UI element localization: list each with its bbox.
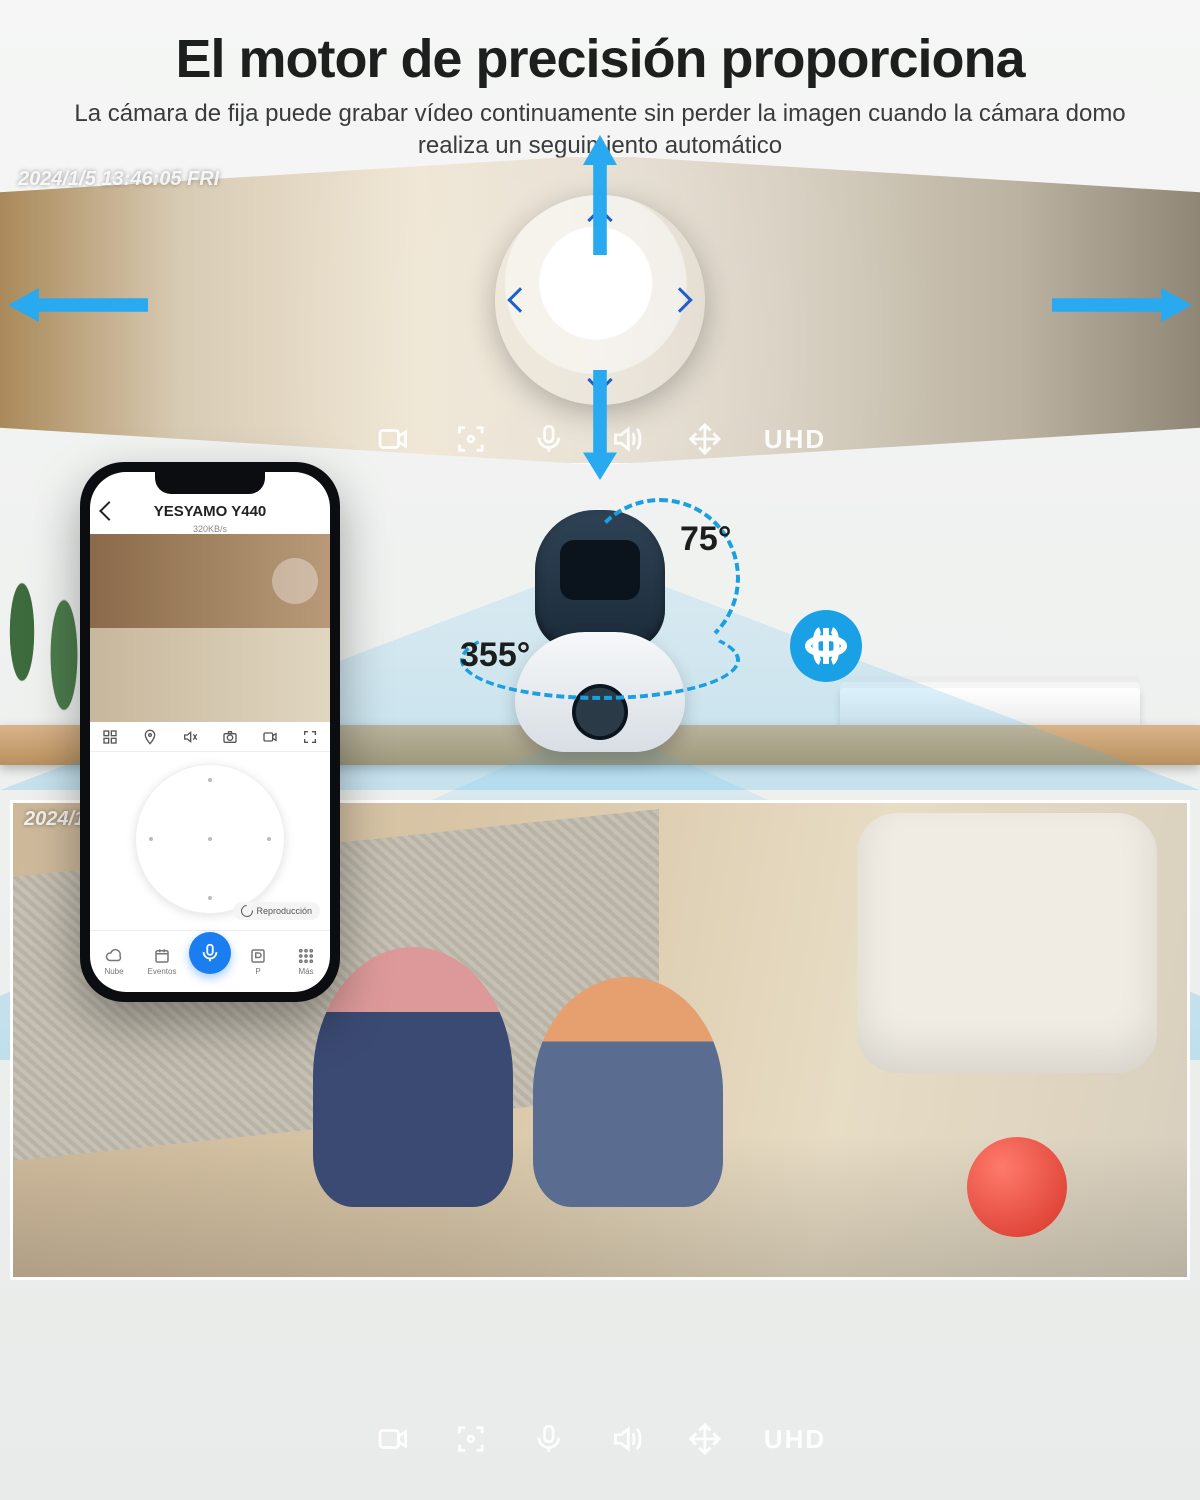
- bitrate-label: 320KB/s: [90, 524, 330, 534]
- timestamp-overlay-top: 2024/1/5 13:46:05 FRI: [18, 168, 219, 191]
- focus-icon[interactable]: [452, 420, 490, 458]
- move-icon[interactable]: [686, 420, 724, 458]
- playback-button[interactable]: Reproducción: [233, 902, 320, 920]
- mini-joystick[interactable]: [272, 558, 318, 604]
- mute-icon[interactable]: [181, 728, 199, 746]
- resolution-badge[interactable]: UHD: [764, 424, 826, 455]
- pin-icon[interactable]: [141, 728, 159, 746]
- camera-icon[interactable]: [221, 728, 239, 746]
- phone-notch: [155, 472, 265, 494]
- feed-toolbar: [90, 722, 330, 752]
- chevron-left-icon: [507, 287, 532, 312]
- pan-angle-label: 355°: [460, 636, 530, 675]
- app-tabbar: Nube Eventos P Más: [90, 930, 330, 992]
- mic-icon[interactable]: [530, 1420, 568, 1458]
- move-icon[interactable]: [686, 1420, 724, 1458]
- feed-ptz[interactable]: [90, 534, 330, 628]
- tab-more[interactable]: Más: [282, 931, 330, 992]
- focus-icon[interactable]: [452, 1420, 490, 1458]
- phone-mockup: YESYAMO Y440 320KB/s Reproducción: [80, 462, 340, 1002]
- record-icon[interactable]: [374, 420, 412, 458]
- back-icon[interactable]: [99, 501, 119, 521]
- device-title: YESYAMO Y440: [154, 503, 267, 520]
- record-icon[interactable]: [374, 1420, 412, 1458]
- resolution-badge[interactable]: UHD: [764, 1424, 826, 1455]
- grid-icon[interactable]: [101, 728, 119, 746]
- feed-fixed[interactable]: [90, 628, 330, 722]
- ptz-dpad[interactable]: Reproducción: [90, 752, 330, 930]
- video-icon[interactable]: [261, 728, 279, 746]
- chevron-right-icon: [667, 287, 692, 312]
- tab-p[interactable]: P: [234, 931, 282, 992]
- tab-talk[interactable]: [186, 931, 234, 992]
- mic-icon[interactable]: [530, 420, 568, 458]
- tab-cloud[interactable]: Nube: [90, 931, 138, 992]
- rotate-icon: [790, 610, 862, 682]
- tab-events[interactable]: Eventos: [138, 931, 186, 992]
- fullscreen-icon[interactable]: [301, 728, 319, 746]
- tilt-angle-label: 75°: [680, 520, 731, 559]
- speaker-icon[interactable]: [608, 420, 646, 458]
- page-title: El motor de precisión proporciona: [40, 28, 1160, 90]
- osd-toolbar-bottom: UHD: [374, 1420, 826, 1458]
- speaker-icon[interactable]: [608, 1420, 646, 1458]
